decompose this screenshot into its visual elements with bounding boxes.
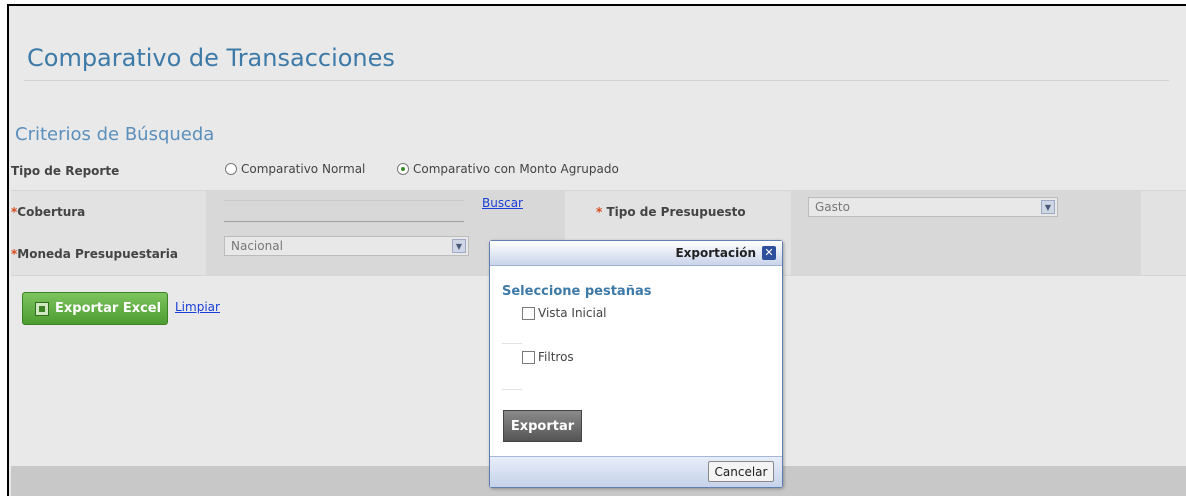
search-link[interactable]: Buscar [482, 196, 523, 210]
currency-select[interactable]: Nacional ▼ [224, 236, 469, 256]
option-filtros[interactable]: Filtros [522, 350, 574, 364]
export-modal: Exportación ✕ Seleccione pestañas Vista … [489, 240, 783, 488]
title-divider [24, 80, 1169, 81]
radio-circle-icon[interactable] [225, 163, 237, 175]
modal-subtitle: Seleccione pestañas [502, 284, 652, 299]
currency-label: *Moneda Presupuestaria [11, 247, 178, 261]
report-type-row: Tipo de Reporte Comparativo Normal Compa… [11, 155, 1186, 188]
radio-grouped-label: Comparativo con Monto Agrupado [413, 162, 619, 176]
option-1-label: Vista Inicial [538, 306, 607, 320]
radio-normal-label: Comparativo Normal [241, 162, 366, 176]
clear-link[interactable]: Limpiar [175, 300, 220, 314]
modal-title: Exportación [675, 246, 756, 260]
currency-label-text: Moneda Presupuestaria [17, 247, 178, 261]
coverage-input[interactable] [224, 200, 464, 222]
section-title: Criterios de Búsqueda [15, 124, 215, 145]
page-title: Comparativo de Transacciones [27, 44, 395, 72]
coverage-label-text: Cobertura [17, 205, 86, 219]
empty-cell [791, 233, 1141, 275]
coverage-row: *Cobertura Buscar * Tipo de Presupuesto … [11, 190, 1186, 234]
radio-comparativo-normal[interactable]: Comparativo Normal [225, 162, 365, 176]
radio-circle-checked-icon[interactable] [397, 163, 409, 175]
cancel-button[interactable]: Cancelar [708, 461, 774, 482]
export-button[interactable]: Exportar [503, 410, 582, 442]
required-mark: * [596, 205, 603, 219]
checkbox[interactable] [522, 306, 535, 320]
modal-header: Exportación ✕ [490, 241, 782, 266]
coverage-label: *Cobertura [11, 205, 85, 219]
chevron-down-icon[interactable]: ▼ [452, 239, 466, 253]
budget-type-label: * Tipo de Presupuesto [596, 205, 746, 219]
export-excel-button[interactable]: Exportar Excel [22, 292, 168, 325]
option-2-label: Filtros [538, 350, 574, 364]
checkbox[interactable] [522, 350, 535, 364]
chevron-down-icon[interactable]: ▼ [1041, 200, 1055, 214]
divider [502, 343, 522, 344]
report-type-label: Tipo de Reporte [11, 164, 120, 178]
budget-type-select[interactable]: Gasto ▼ [808, 197, 1058, 217]
modal-footer: Cancelar [490, 456, 782, 487]
budget-type-label-text: Tipo de Presupuesto [606, 205, 746, 219]
budget-type-value: Gasto [815, 200, 850, 214]
export-excel-label: Exportar Excel [55, 301, 162, 316]
radio-comparativo-agrupado[interactable]: Comparativo con Monto Agrupado [397, 162, 619, 176]
close-icon[interactable]: ✕ [762, 246, 776, 260]
option-vista-inicial[interactable]: Vista Inicial [522, 306, 607, 320]
currency-value: Nacional [231, 239, 283, 253]
excel-icon [35, 301, 49, 316]
divider [502, 389, 522, 390]
